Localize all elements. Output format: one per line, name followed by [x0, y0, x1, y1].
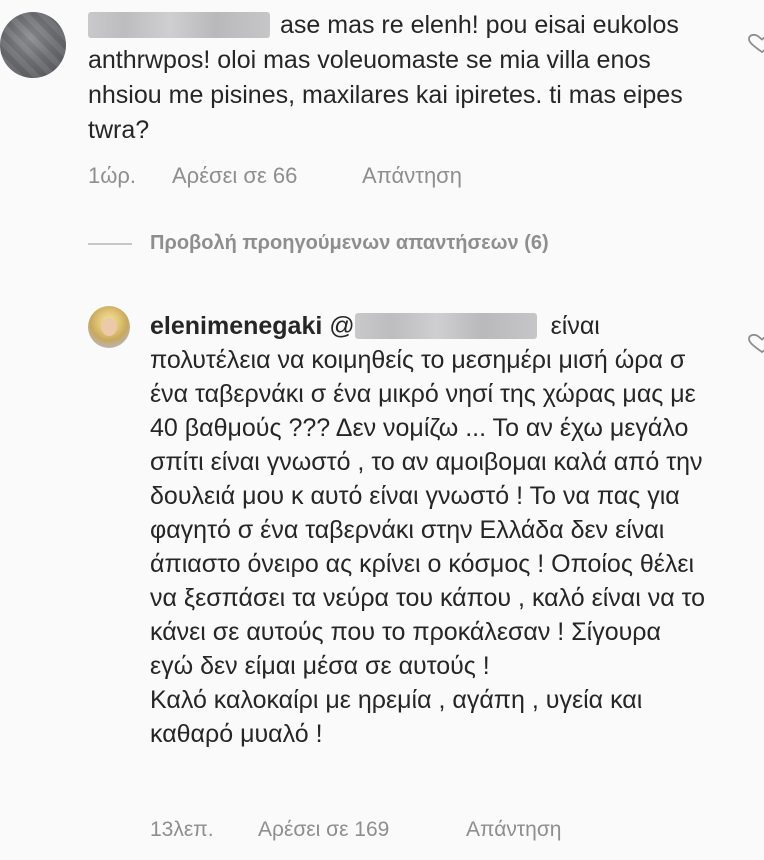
comment-text: ase mas re elenh! pou eisai eukolos anth… [88, 8, 708, 148]
comment-meta: 13λεπ. Αρέσει σε 169 Απάντηση [150, 818, 561, 842]
likes-count-button[interactable]: Αρέσει σε 169 [258, 818, 466, 842]
reply-body: είναι πολυτέλεια να κοιμηθείς το μεσημέρ… [150, 312, 706, 680]
mention-at: @ [329, 312, 355, 340]
reply-paragraph-1: elenimenegaki @ είναι πολυτέλεια να κοιμη… [150, 309, 710, 683]
avatar[interactable] [88, 306, 130, 348]
view-previous-label: Προβολή προηγούμενων απαντήσεων (6) [150, 232, 549, 254]
divider-line [88, 242, 132, 245]
view-previous-replies-button[interactable]: Προβολή προηγούμενων απαντήσεων (6) [88, 232, 549, 255]
avatar[interactable] [0, 12, 66, 78]
comment-time: 1ώρ. [88, 163, 137, 188]
likes-count-button[interactable]: Αρέσει σε 66 [172, 163, 362, 189]
heart-icon[interactable] [748, 334, 764, 354]
username-link[interactable]: elenimenegaki [150, 312, 322, 340]
comment-time: 13λεπ. [150, 818, 214, 841]
avatar-face [101, 318, 117, 336]
heart-icon[interactable] [748, 34, 764, 54]
reply-comment-text: elenimenegaki @ είναι πολυτέλεια να κοιμη… [150, 309, 710, 751]
reply-button[interactable]: Απάντηση [466, 818, 561, 842]
comment-meta: 1ώρ. Αρέσει σε 66 Απάντηση [88, 163, 462, 189]
avatar-blur [0, 12, 66, 78]
redacted-mention[interactable] [354, 313, 537, 339]
reply-paragraph-2: Καλό καλοκαίρι με ηρεμία , αγάπη , υγεία… [150, 686, 643, 748]
reply-button[interactable]: Απάντηση [362, 163, 462, 189]
redacted-username[interactable] [88, 12, 270, 38]
